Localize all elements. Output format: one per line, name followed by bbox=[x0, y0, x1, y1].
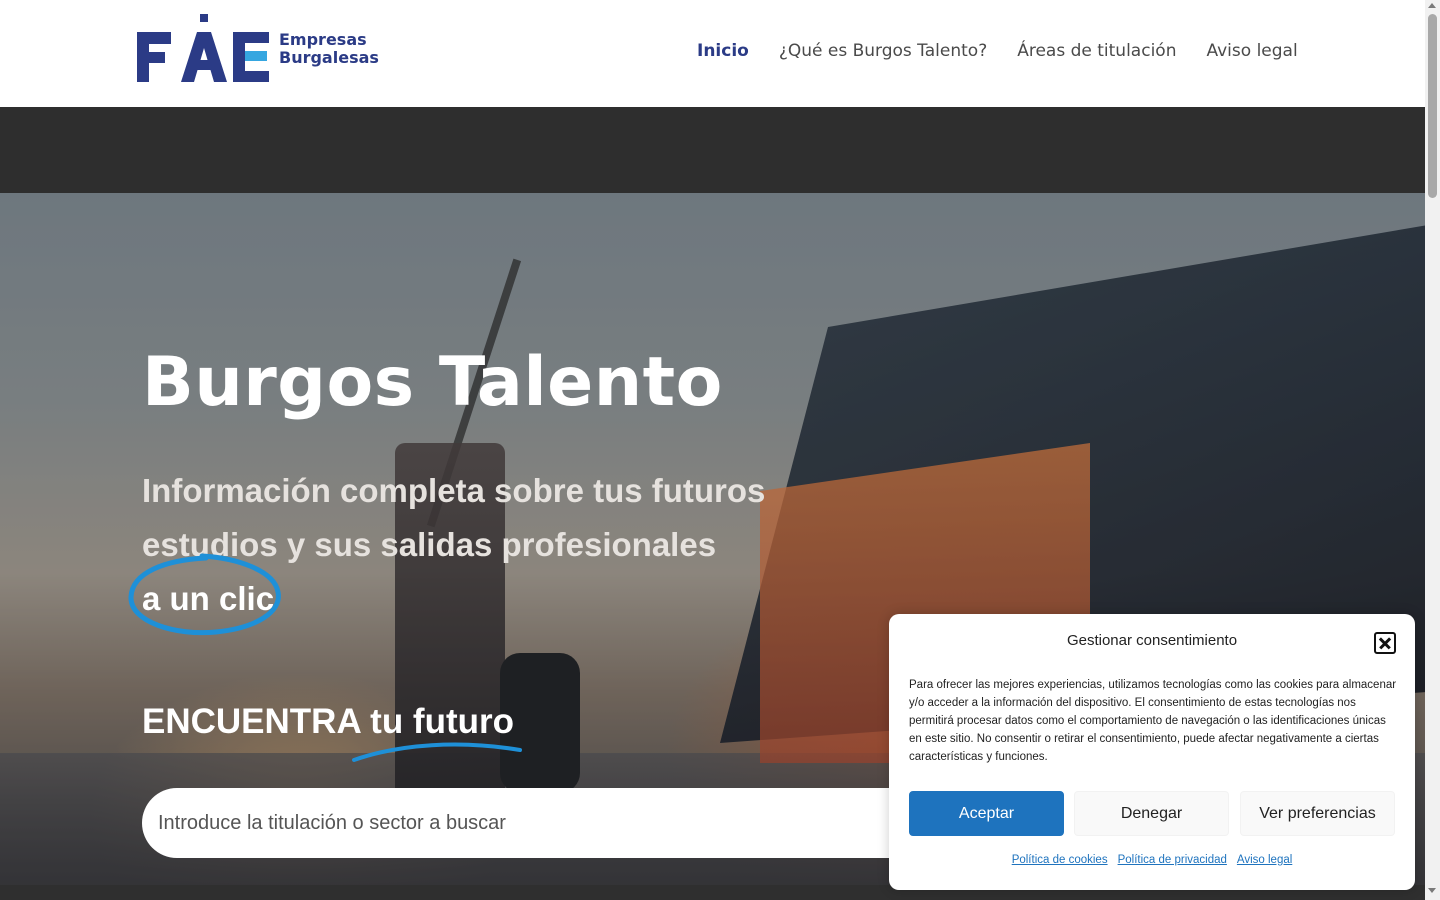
privacy-policy-link[interactable]: Política de privacidad bbox=[1118, 854, 1227, 866]
logo-line-2: Burgalesas bbox=[279, 48, 379, 67]
nav-item-areas[interactable]: Áreas de titulación bbox=[1017, 38, 1176, 64]
nav-item-inicio[interactable]: Inicio bbox=[697, 38, 749, 64]
accept-button[interactable]: Aceptar bbox=[909, 791, 1064, 836]
logo-text: Empresas Burgalesas bbox=[279, 31, 379, 67]
nav-item-que-es[interactable]: ¿Qué es Burgos Talento? bbox=[779, 38, 987, 64]
cookie-consent-dialog: Gestionar consentimiento Para ofrecer la… bbox=[889, 614, 1415, 890]
scroll-down-arrow-icon[interactable] bbox=[1428, 888, 1436, 893]
main-nav: Inicio ¿Qué es Burgos Talento? Áreas de … bbox=[697, 38, 1298, 64]
hero-title: Burgos Talento bbox=[142, 343, 723, 422]
scroll-up-arrow-icon[interactable] bbox=[1428, 3, 1436, 8]
deny-button[interactable]: Denegar bbox=[1074, 791, 1229, 836]
close-icon[interactable] bbox=[1374, 632, 1396, 654]
consent-title: Gestionar consentimiento bbox=[1066, 632, 1238, 649]
legal-notice-link[interactable]: Aviso legal bbox=[1237, 854, 1292, 866]
nav-item-aviso-legal[interactable]: Aviso legal bbox=[1206, 38, 1297, 64]
page-scrollbar[interactable] bbox=[1425, 0, 1440, 900]
find-prefix: ENCUENTRA bbox=[142, 702, 361, 741]
consent-links: Política de cookies Política de privacid… bbox=[889, 854, 1415, 866]
hero-top-band bbox=[0, 107, 1425, 193]
search-input[interactable] bbox=[158, 788, 918, 858]
site-logo[interactable]: Empresas Burgalesas bbox=[137, 14, 382, 84]
search-bar bbox=[142, 788, 942, 858]
find-highlight: tu futuro bbox=[370, 702, 514, 741]
scroll-thumb[interactable] bbox=[1428, 14, 1437, 198]
cookie-policy-link[interactable]: Política de cookies bbox=[1012, 854, 1108, 866]
fae-logo-mark bbox=[137, 14, 269, 82]
site-header: Empresas Burgalesas Inicio ¿Qué es Burgo… bbox=[0, 0, 1425, 107]
logo-line-1: Empresas bbox=[279, 30, 367, 49]
underline-decoration bbox=[352, 742, 522, 762]
preferences-button[interactable]: Ver preferencias bbox=[1240, 791, 1395, 836]
hero-highlight: a un clic bbox=[142, 580, 275, 617]
consent-text: Para ofrecer las mejores experiencias, u… bbox=[909, 679, 1397, 763]
